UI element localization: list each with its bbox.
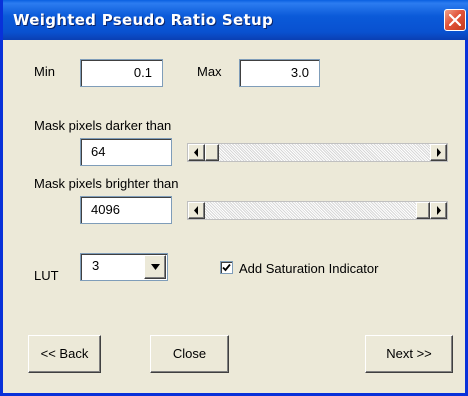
back-button[interactable]: << Back <box>28 335 101 373</box>
darker-slider-thumb[interactable] <box>205 144 219 161</box>
dropdown-arrow-icon <box>151 264 160 270</box>
checkmark-icon <box>222 263 231 272</box>
scroll-left-icon <box>194 148 198 157</box>
title-bar[interactable]: Weighted Pseudo Ratio Setup <box>3 0 468 40</box>
brighter-scroll-left-button[interactable] <box>188 202 205 219</box>
scroll-right-icon <box>437 206 441 215</box>
darker-input[interactable]: 64 <box>80 138 172 166</box>
max-label: Max <box>197 64 222 79</box>
lut-select[interactable]: 3 <box>80 253 168 281</box>
max-input[interactable]: 3.0 <box>239 59 320 87</box>
scroll-right-icon <box>437 148 441 157</box>
lut-dropdown-button[interactable] <box>144 255 166 279</box>
saturation-label[interactable]: Add Saturation Indicator <box>239 261 378 276</box>
brighter-slider[interactable] <box>187 201 448 220</box>
darker-scroll-left-button[interactable] <box>188 144 205 161</box>
brighter-input[interactable]: 4096 <box>80 196 172 224</box>
brighter-slider-thumb[interactable] <box>416 202 430 219</box>
lut-label: LUT <box>34 268 59 283</box>
window-title: Weighted Pseudo Ratio Setup <box>13 11 273 29</box>
min-label: Min <box>34 64 55 79</box>
close-icon <box>449 14 461 26</box>
darker-slider[interactable] <box>187 143 448 162</box>
lut-selected-value: 3 <box>92 258 100 273</box>
brighter-label: Mask pixels brighter than <box>34 176 179 191</box>
darker-scroll-right-button[interactable] <box>430 144 447 161</box>
darker-label: Mask pixels darker than <box>34 118 172 133</box>
brighter-scroll-right-button[interactable] <box>430 202 447 219</box>
min-input[interactable]: 0.1 <box>80 59 163 87</box>
close-button[interactable]: Close <box>150 335 229 373</box>
saturation-checkbox[interactable] <box>220 261 233 274</box>
close-window-button[interactable] <box>444 9 466 31</box>
scroll-left-icon <box>194 206 198 215</box>
next-button[interactable]: Next >> <box>365 335 453 373</box>
